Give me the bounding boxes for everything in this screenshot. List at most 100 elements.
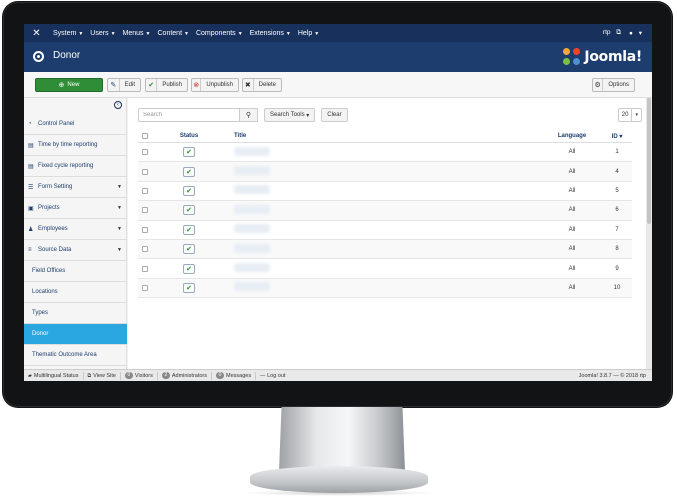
external-link-icon: ⧉ bbox=[616, 29, 621, 36]
table-row: ✔ All 9 bbox=[138, 259, 632, 279]
sidebar-item-fixed-cycle[interactable]: ▤ Fixed cycle reporting bbox=[24, 156, 127, 177]
published-check-icon[interactable]: ✔ bbox=[183, 185, 195, 196]
list-limit-select[interactable]: 20 ▾ bbox=[617, 108, 642, 122]
published-check-icon[interactable]: ✔ bbox=[183, 166, 195, 177]
edit-button[interactable]: ✎ Edit bbox=[107, 78, 141, 92]
title-cell bbox=[226, 166, 542, 177]
items-table: Status Title Language ID ▾ ✔ All 1 ✔ All 4 ✔… bbox=[138, 130, 632, 299]
redacted-title[interactable] bbox=[234, 204, 270, 214]
row-checkbox[interactable] bbox=[142, 149, 148, 156]
sidebar-item-time-reporting[interactable]: ▤ Time by time reporting bbox=[24, 135, 127, 156]
unpublish-button[interactable]: ⊗ Unpublish bbox=[191, 78, 239, 92]
scrollbar-thumb[interactable] bbox=[647, 98, 651, 224]
table-row: ✔ All 4 bbox=[138, 162, 632, 182]
published-check-icon[interactable]: ✔ bbox=[183, 282, 195, 293]
document-icon: ▤ bbox=[28, 163, 34, 170]
published-check-icon[interactable]: ✔ bbox=[183, 205, 195, 216]
caret-down-icon: ▼ bbox=[314, 30, 320, 37]
options-label: Options bbox=[608, 82, 629, 88]
status-cell: ✔ bbox=[152, 166, 226, 177]
row-checkbox[interactable] bbox=[142, 284, 148, 291]
site-link[interactable]: rtp ⧉ bbox=[599, 29, 621, 37]
user-area: rtp ⧉ ● ▾ bbox=[595, 24, 642, 42]
id-header[interactable]: ID ▾ bbox=[602, 133, 632, 140]
redacted-title[interactable] bbox=[234, 282, 270, 292]
menu-system[interactable]: System ▼ bbox=[53, 30, 83, 37]
caret-down-icon: ▾ bbox=[638, 30, 642, 37]
menu-content[interactable]: Content ▼ bbox=[158, 30, 189, 37]
administrators-link[interactable]: 2 Administrators bbox=[158, 371, 212, 380]
title-header[interactable]: Title bbox=[226, 133, 542, 139]
edit-icon: ✎ bbox=[108, 79, 120, 91]
visitors-link[interactable]: 0 Visitors bbox=[121, 371, 158, 380]
messages-link[interactable]: 0 Messages bbox=[212, 371, 257, 380]
sidebar-item-form-setting[interactable]: ☰ Form Setting ▼ bbox=[24, 177, 127, 198]
search-button[interactable]: ⚲ bbox=[240, 108, 258, 122]
joomla-x-icon[interactable]: ✕ bbox=[31, 28, 42, 39]
sidebar-subitem-types[interactable]: Types bbox=[24, 303, 127, 324]
page-scrollbar[interactable] bbox=[646, 98, 652, 369]
published-check-icon[interactable]: ✔ bbox=[183, 263, 195, 274]
sidebar-subitem-field-offices[interactable]: Field Offices bbox=[24, 261, 127, 282]
language-cell: All bbox=[568, 187, 576, 194]
published-check-icon[interactable]: ✔ bbox=[183, 244, 195, 255]
published-check-icon[interactable]: ✔ bbox=[183, 147, 195, 158]
sidebar-subitem-locations[interactable]: Locations bbox=[24, 282, 127, 303]
select-all-checkbox[interactable] bbox=[142, 133, 148, 139]
redacted-title[interactable] bbox=[234, 185, 270, 195]
publish-button[interactable]: ✔ Publish bbox=[145, 78, 188, 92]
clear-button[interactable]: Clear bbox=[321, 108, 348, 122]
sidebar-item-employees[interactable]: ♟ Employees ▼ bbox=[24, 219, 127, 240]
redacted-title[interactable] bbox=[234, 166, 270, 176]
redacted-title[interactable] bbox=[234, 146, 270, 156]
sidebar-item-source-data[interactable]: ≡ Source Data ▼ bbox=[24, 240, 127, 261]
options-button[interactable]: ⚙ Options bbox=[592, 78, 635, 92]
status-cell: ✔ bbox=[152, 282, 226, 293]
sidebar-list: ◔ Control Panel ▤ Time by time reporting ▤… bbox=[24, 114, 127, 366]
redacted-title[interactable] bbox=[234, 243, 270, 253]
language-cell: All bbox=[568, 226, 576, 233]
collapse-sidebar-icon[interactable]: ‹ bbox=[114, 101, 122, 109]
menu-help[interactable]: Help ▼ bbox=[298, 30, 319, 37]
delete-button[interactable]: ✖ Delete bbox=[242, 78, 282, 92]
table-row: ✔ All 10 bbox=[138, 278, 632, 299]
row-checkbox[interactable] bbox=[142, 187, 148, 194]
table-body: ✔ All 1 ✔ All 4 ✔ All 5 ✔ All 6 ✔ All 7 ✔ All 8 ✔ All… bbox=[138, 143, 632, 299]
search-tools-button[interactable]: Search Tools ▾ bbox=[264, 108, 316, 122]
redacted-title[interactable] bbox=[234, 263, 270, 273]
published-check-icon[interactable]: ✔ bbox=[183, 224, 195, 235]
filter-bar: ⚲ Search Tools ▾ Clear bbox=[138, 108, 348, 122]
menu-menus[interactable]: Menus ▼ bbox=[123, 30, 151, 37]
caret-down-icon: ▼ bbox=[117, 226, 122, 232]
menu-users[interactable]: Users ▼ bbox=[90, 30, 115, 37]
sidebar-item-control-panel[interactable]: ◔ Control Panel bbox=[24, 114, 127, 135]
row-checkbox[interactable] bbox=[142, 265, 148, 272]
menu-components[interactable]: Components ▼ bbox=[196, 30, 243, 37]
new-button[interactable]: ⊕ New bbox=[35, 78, 103, 92]
row-checkbox[interactable] bbox=[142, 246, 148, 253]
sidebar-item-label: Thematic Outcome Area bbox=[32, 352, 97, 358]
row-checkbox[interactable] bbox=[142, 168, 148, 175]
caret-down-icon: ▼ bbox=[117, 184, 122, 190]
sidebar-subitem-donor[interactable]: Donor bbox=[24, 324, 127, 345]
user-menu[interactable]: ● ▾ bbox=[625, 29, 642, 37]
status-header[interactable]: Status bbox=[152, 133, 226, 139]
redacted-title[interactable] bbox=[234, 224, 270, 234]
logout-link[interactable]: — Log out bbox=[256, 372, 289, 380]
view-site-link[interactable]: ⧉ View Site bbox=[84, 371, 121, 380]
plus-circle-icon: ⊕ bbox=[58, 82, 65, 89]
sidebar-subitem-thematic-outcome[interactable]: Thematic Outcome Area bbox=[24, 345, 127, 366]
comment-icon: ▰ bbox=[28, 372, 32, 379]
sidebar-item-projects[interactable]: ▣ Projects ▼ bbox=[24, 198, 127, 219]
table-row: ✔ All 5 bbox=[138, 182, 632, 202]
row-checkbox[interactable] bbox=[142, 207, 148, 214]
checkbox-cell bbox=[138, 149, 152, 156]
sidebar-item-label: Form Setting bbox=[38, 184, 73, 190]
search-input[interactable] bbox=[138, 108, 240, 122]
caret-down-icon: ▼ bbox=[184, 30, 189, 37]
language-header[interactable]: Language bbox=[542, 133, 602, 139]
menu-extensions[interactable]: Extensions ▼ bbox=[250, 30, 291, 37]
site-label: rtp bbox=[602, 29, 611, 36]
multilingual-status-link[interactable]: ▰ Multilingual Status bbox=[24, 371, 84, 380]
row-checkbox[interactable] bbox=[142, 226, 148, 233]
